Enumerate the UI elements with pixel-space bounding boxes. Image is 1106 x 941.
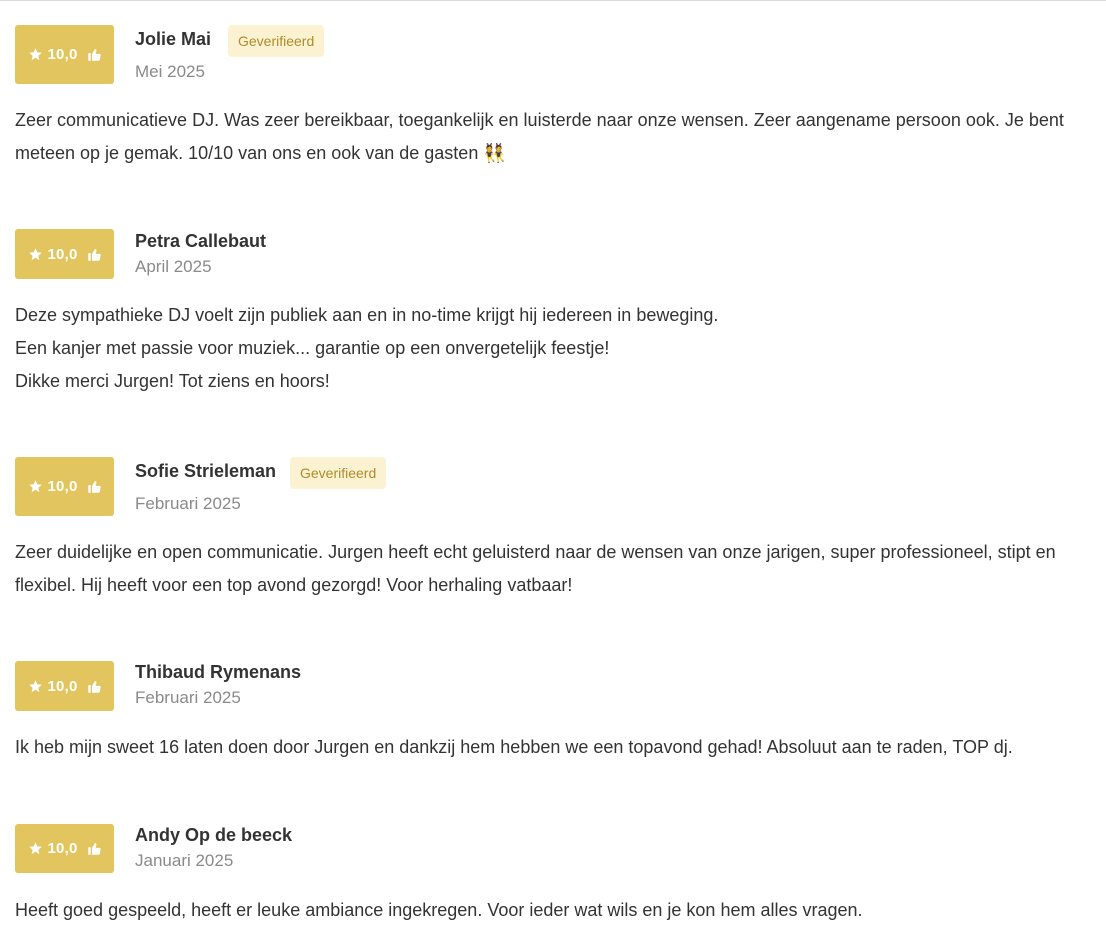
review-date: Januari 2025 (135, 851, 234, 870)
review-text: Deze sympathieke DJ voelt zijn publiek a… (15, 299, 1095, 398)
top-divider (0, 0, 1106, 1)
review-text-line: Deze sympathieke DJ voelt zijn publiek a… (15, 305, 719, 325)
review-date: Februari 2025 (135, 688, 241, 707)
review-text: Zeer communicatieve DJ. Was zeer bereikb… (15, 104, 1095, 170)
score-value: 10,0 (47, 677, 78, 695)
review-text-line: Dikke merci Jurgen! Tot ziens en hoors! (15, 371, 330, 391)
review-text-line: Zeer communicatieve DJ. Was zeer bereikb… (15, 110, 1064, 163)
score-value: 10,0 (47, 245, 78, 263)
star-icon (28, 247, 42, 260)
thumbs-up-icon (87, 680, 101, 693)
reviewer-name: Andy Op de beeck (135, 825, 293, 845)
score-badge: 10,0 (15, 661, 114, 711)
reviewer-name: Petra Callebaut (135, 231, 267, 251)
review-text: Zeer duidelijke en open communicatie. Ju… (15, 536, 1095, 602)
thumbs-up-icon (87, 842, 101, 855)
thumbs-up-icon (87, 480, 101, 493)
reviewer-name: Jolie Mai (135, 29, 212, 49)
review-date: April 2025 (135, 257, 212, 276)
review-text-line: Heeft goed gespeeld, heeft er leuke ambi… (15, 900, 863, 920)
review-date: Februari 2025 (135, 494, 241, 513)
reviewer-name: Sofie Strieleman (135, 461, 277, 481)
review-text-line: Een kanjer met passie voor muziek... gar… (15, 338, 610, 358)
score-value: 10,0 (47, 46, 78, 63)
star-icon (28, 48, 42, 61)
score-badge: 10,0 (15, 457, 114, 516)
star-icon (28, 480, 42, 493)
review-text-line: Zeer duidelijke en open communicatie. Ju… (15, 542, 1056, 595)
review-text-line: Ik heb mijn sweet 16 laten doen door Jur… (15, 737, 1013, 757)
score-badge: 10,0 (15, 824, 114, 873)
verified-badge: Geverifieerd (228, 25, 325, 57)
review-text: Ik heb mijn sweet 16 laten doen door Jur… (15, 731, 1095, 764)
review-date: Mei 2025 (135, 62, 205, 81)
review-text: Heeft goed gespeeld, heeft er leuke ambi… (15, 894, 1095, 927)
thumbs-up-icon (87, 248, 101, 261)
thumbs-up-icon (87, 48, 101, 61)
score-value: 10,0 (47, 478, 78, 495)
score-badge: 10,0 (15, 229, 114, 279)
score-value: 10,0 (47, 840, 78, 857)
star-icon (28, 842, 42, 855)
reviewer-name: Thibaud Rymenans (135, 662, 302, 682)
star-icon (28, 679, 42, 692)
verified-badge: Geverifieerd (290, 457, 387, 489)
score-badge: 10,0 (15, 25, 114, 84)
